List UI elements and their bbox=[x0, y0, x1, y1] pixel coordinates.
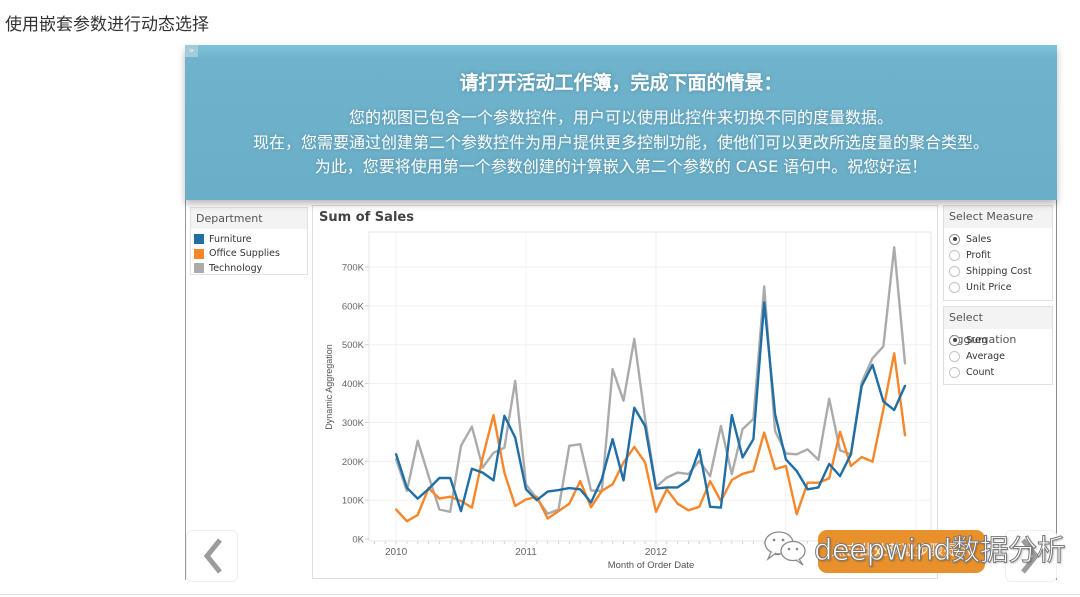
caption-body: 您的视图已包含一个参数控件，用户可以使用此控件来切换不同的度量数据。 现在，您需… bbox=[185, 106, 1057, 180]
worksheet-sum-of-sales: Sum of Sales 0K 100K 200K 300K 400K 500K 600K 7… bbox=[312, 205, 938, 579]
legend-label: Furniture bbox=[209, 233, 252, 245]
legend-label: Technology bbox=[209, 262, 263, 274]
option-label: Sales bbox=[966, 233, 992, 245]
page-divider bbox=[0, 594, 1080, 595]
y-tick-label: 400K bbox=[342, 379, 365, 390]
radio-button[interactable] bbox=[949, 265, 960, 277]
caption-line: 为此，您要将使用第一个参数创建的计算嵌入第二个参数的 CASE 语句中。祝您好运… bbox=[314, 157, 928, 176]
select-measure-parameter: Select Measure Sales Profit Shipping Cos… bbox=[943, 205, 1053, 301]
y-tick-label: 600K bbox=[342, 301, 365, 312]
option-label: Unit Price bbox=[966, 281, 1012, 293]
watermark: deepwind数据分析 bbox=[762, 528, 1066, 568]
parameter-title: Select Measure bbox=[944, 206, 1052, 228]
department-legend: Department Furniture Office Supplies Tec… bbox=[190, 207, 308, 275]
measure-option-sales[interactable]: Sales bbox=[944, 231, 1052, 247]
y-tick-label: 200K bbox=[342, 457, 365, 468]
aggregation-option-count[interactable]: Count bbox=[944, 364, 1052, 380]
y-tick-label: 500K bbox=[342, 340, 365, 351]
radio-button[interactable] bbox=[949, 334, 960, 346]
option-label: Shipping Cost bbox=[966, 265, 1032, 277]
option-label: Sum bbox=[966, 334, 988, 346]
watermark-text: deepwind数据分析 bbox=[813, 533, 1066, 568]
y-tick-label: 100K bbox=[342, 496, 365, 507]
y-tick-label: 700K bbox=[342, 262, 365, 273]
wechat-icon bbox=[764, 531, 806, 566]
y-tick-label: 300K bbox=[342, 418, 365, 429]
legend-item-office-supplies[interactable]: Office Supplies bbox=[191, 247, 307, 262]
option-label: Average bbox=[966, 350, 1006, 362]
legend-item-furniture[interactable]: Furniture bbox=[191, 232, 307, 247]
legend-label: Office Supplies bbox=[209, 248, 280, 260]
option-label: Count bbox=[966, 366, 995, 378]
line-chart[interactable]: 0K 100K 200K 300K 400K 500K 600K 700K 2010 2011 20… bbox=[313, 206, 937, 578]
x-axis-title: Month of Order Date bbox=[608, 560, 695, 571]
story-caption-header: » 请打开活动工作簿，完成下面的情景： 您的视图已包含一个参数控件，用户可以使用… bbox=[185, 45, 1057, 200]
y-tick-label: 0K bbox=[352, 535, 364, 546]
x-tick-label: 2010 bbox=[385, 547, 408, 558]
legend-title: Department bbox=[191, 208, 307, 229]
frame-border-left bbox=[185, 195, 186, 580]
caption-line: 现在，您需要通过创建第二个参数控件为用户提供更多控制功能，使他们可以更改所选度量… bbox=[252, 132, 989, 152]
chevron-left-icon bbox=[203, 538, 222, 574]
radio-button[interactable] bbox=[949, 281, 960, 293]
legend-swatch bbox=[194, 248, 204, 259]
x-tick-label: 2012 bbox=[645, 547, 668, 558]
measure-option-profit[interactable]: Profit bbox=[944, 247, 1052, 263]
measure-option-unit-price[interactable]: Unit Price bbox=[944, 279, 1052, 295]
parameter-title: Select Aggregation bbox=[944, 307, 1052, 346]
page-title: 使用嵌套参数进行动态选择 bbox=[5, 15, 209, 35]
legend-item-technology[interactable]: Technology bbox=[191, 261, 307, 276]
radio-button[interactable] bbox=[949, 366, 960, 378]
y-axis-title: Dynamic Aggregation bbox=[324, 344, 334, 430]
x-tick-label: 2011 bbox=[515, 547, 537, 558]
legend-swatch bbox=[194, 234, 204, 245]
caption-line: 您的视图已包含一个参数控件，用户可以使用此控件来切换不同的度量数据。 bbox=[348, 108, 893, 127]
frame-border-right bbox=[1056, 195, 1057, 580]
option-label: Profit bbox=[966, 249, 991, 261]
previous-story-point-button[interactable] bbox=[186, 530, 238, 582]
tableau-story-frame: » 请打开活动工作簿，完成下面的情景： 您的视图已包含一个参数控件，用户可以使用… bbox=[185, 45, 1057, 582]
legend-swatch bbox=[194, 263, 204, 274]
radio-button[interactable] bbox=[949, 233, 960, 245]
select-aggregation-parameter: Select Aggregation Sum Average Count bbox=[943, 306, 1053, 385]
measure-option-shipping-cost[interactable]: Shipping Cost bbox=[944, 263, 1052, 279]
radio-button[interactable] bbox=[949, 350, 960, 362]
double-chevron-right-icon[interactable]: » bbox=[185, 45, 198, 57]
radio-button[interactable] bbox=[949, 249, 960, 261]
caption-title: 请打开活动工作簿，完成下面的情景： bbox=[459, 72, 783, 94]
